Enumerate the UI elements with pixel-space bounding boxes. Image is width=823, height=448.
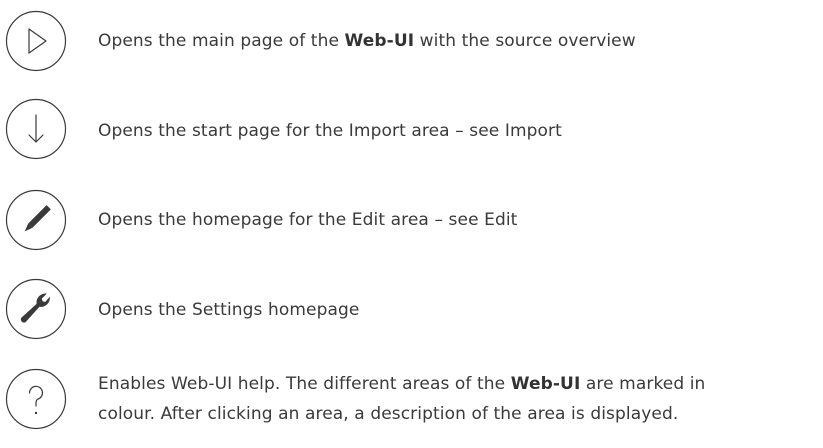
question-mark-icon bbox=[5, 368, 67, 430]
legend-text-overview: Opens the main page of the Web-UI with t… bbox=[98, 31, 636, 51]
wrench-icon bbox=[5, 278, 67, 340]
legend-text-help-line2: colour. After clicking an area, a descri… bbox=[98, 404, 679, 424]
play-icon bbox=[5, 10, 67, 72]
legend-text-help-line1: Enables Web-UI help. The different areas… bbox=[98, 374, 706, 394]
legend-text-edit: Opens the homepage for the Edit area – s… bbox=[98, 210, 518, 230]
pencil-icon bbox=[5, 189, 67, 251]
legend-text-settings: Opens the Settings homepage bbox=[98, 300, 360, 320]
help-legend: Opens the main page of the Web-UI with t… bbox=[0, 0, 823, 448]
import-arrow-icon bbox=[5, 98, 67, 160]
legend-text-import: Opens the start page for the Import area… bbox=[98, 121, 562, 141]
